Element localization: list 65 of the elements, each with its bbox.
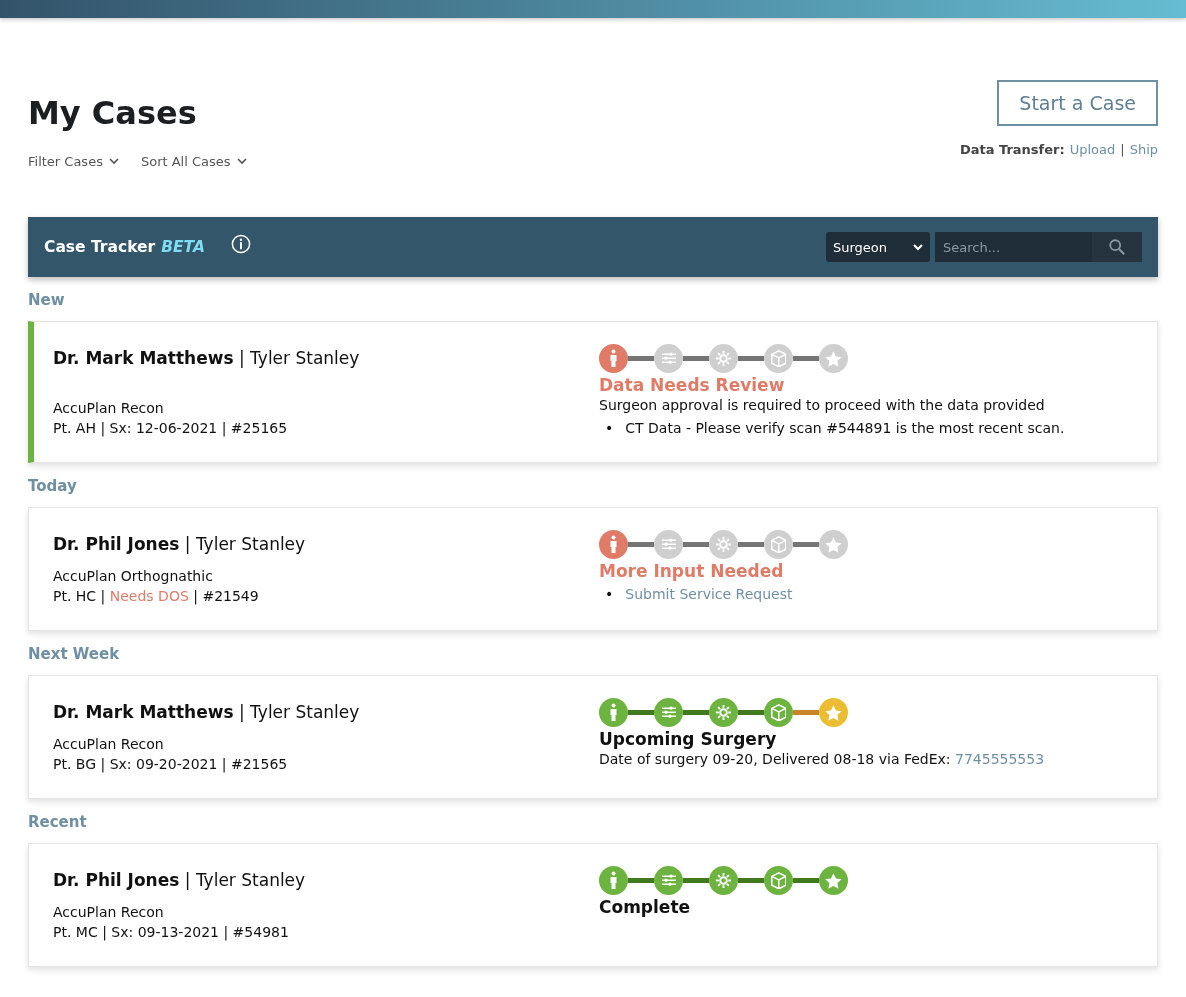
status-title: More Input Needed xyxy=(599,561,785,581)
transfer-link[interactable]: Upload xyxy=(1069,142,1116,157)
star-icon xyxy=(825,536,842,553)
gear-icon xyxy=(715,536,732,553)
data-transfer-label: Data Transfer: xyxy=(959,142,1065,157)
box-icon xyxy=(770,535,787,554)
person-icon xyxy=(610,871,617,890)
product-name: AccuPlan Orthognathic xyxy=(53,567,214,586)
gear-icon xyxy=(715,350,732,367)
sliders-icon xyxy=(660,538,677,551)
role-select[interactable]: Surgeon xyxy=(826,232,930,262)
info-icon xyxy=(230,234,251,254)
patient-info: Pt. MC | Sx: 09-13-2021 | #54981 xyxy=(53,923,290,942)
search-icon xyxy=(1108,238,1126,256)
box-icon xyxy=(770,349,787,368)
patient-info: Pt. HC | Needs DOS | #21549 xyxy=(53,587,260,606)
status-title: Upcoming Surgery xyxy=(599,729,778,749)
chevron-down-icon xyxy=(108,158,119,165)
doctor-name: Dr. Phil Jones | Tyler Stanley xyxy=(53,870,307,890)
sliders-icon xyxy=(660,874,677,887)
star-icon xyxy=(825,872,842,889)
service-request-link[interactable]: Submit Service Request xyxy=(625,584,793,604)
page-title: My Cases xyxy=(28,96,198,130)
patient-info: Pt. BG | Sx: 09-20-2021 | #21565 xyxy=(53,755,289,774)
section-heading: New xyxy=(28,291,66,309)
status-description: Date of surgery 09-20, Delivered 08-18 via FedEx: 7745555553 xyxy=(599,750,1045,769)
status-title: Data Needs Review xyxy=(599,375,786,395)
bullet-marker: • xyxy=(605,419,614,438)
bullet-note: CT Data - Please verify scan #544891 is the most recent scan. xyxy=(625,419,1065,438)
sliders-icon xyxy=(660,352,677,365)
person-icon xyxy=(610,703,617,722)
person-icon xyxy=(610,349,617,368)
chevron-down-icon xyxy=(913,243,923,251)
transfer-link[interactable]: Ship xyxy=(1129,142,1158,157)
filter-dropdown[interactable]: Sort All Cases xyxy=(140,154,247,169)
start-case-button[interactable]: Start a Case xyxy=(997,80,1158,126)
chevron-down-icon xyxy=(236,158,247,165)
box-icon xyxy=(770,703,787,722)
sliders-icon xyxy=(660,706,677,719)
tracking-link[interactable]: 7745555553 xyxy=(955,751,1045,767)
tracker-title: Case Tracker xyxy=(44,238,156,256)
section-heading: Recent xyxy=(28,813,88,831)
gear-icon xyxy=(715,704,732,721)
star-icon xyxy=(825,704,842,721)
status-description: Surgeon approval is required to proceed with the data provided xyxy=(599,396,1046,415)
section-heading: Today xyxy=(28,477,78,495)
section-heading: Next Week xyxy=(28,645,121,663)
doctor-name: Dr. Mark Matthews | Tyler Stanley xyxy=(53,702,361,722)
doctor-name: Dr. Mark Matthews | Tyler Stanley xyxy=(53,348,361,368)
beta-label: BETA xyxy=(161,238,205,256)
gear-icon xyxy=(715,872,732,889)
patient-info: Pt. AH | Sx: 12-06-2021 | #25165 xyxy=(53,419,289,438)
doctor-name: Dr. Phil Jones | Tyler Stanley xyxy=(53,534,307,554)
bullet-marker: • xyxy=(605,585,614,604)
star-icon xyxy=(825,350,842,367)
status-title: Complete xyxy=(599,897,692,917)
person-icon xyxy=(610,535,617,554)
filter-dropdown[interactable]: Filter Cases xyxy=(28,154,119,169)
search-button[interactable] xyxy=(1092,232,1142,262)
product-name: AccuPlan Recon xyxy=(53,399,165,418)
search-field[interactable]: Search... xyxy=(935,232,1092,262)
separator-text: | xyxy=(1120,142,1125,157)
product-name: AccuPlan Recon xyxy=(53,735,165,754)
box-icon xyxy=(770,871,787,890)
product-name: AccuPlan Recon xyxy=(53,903,165,922)
